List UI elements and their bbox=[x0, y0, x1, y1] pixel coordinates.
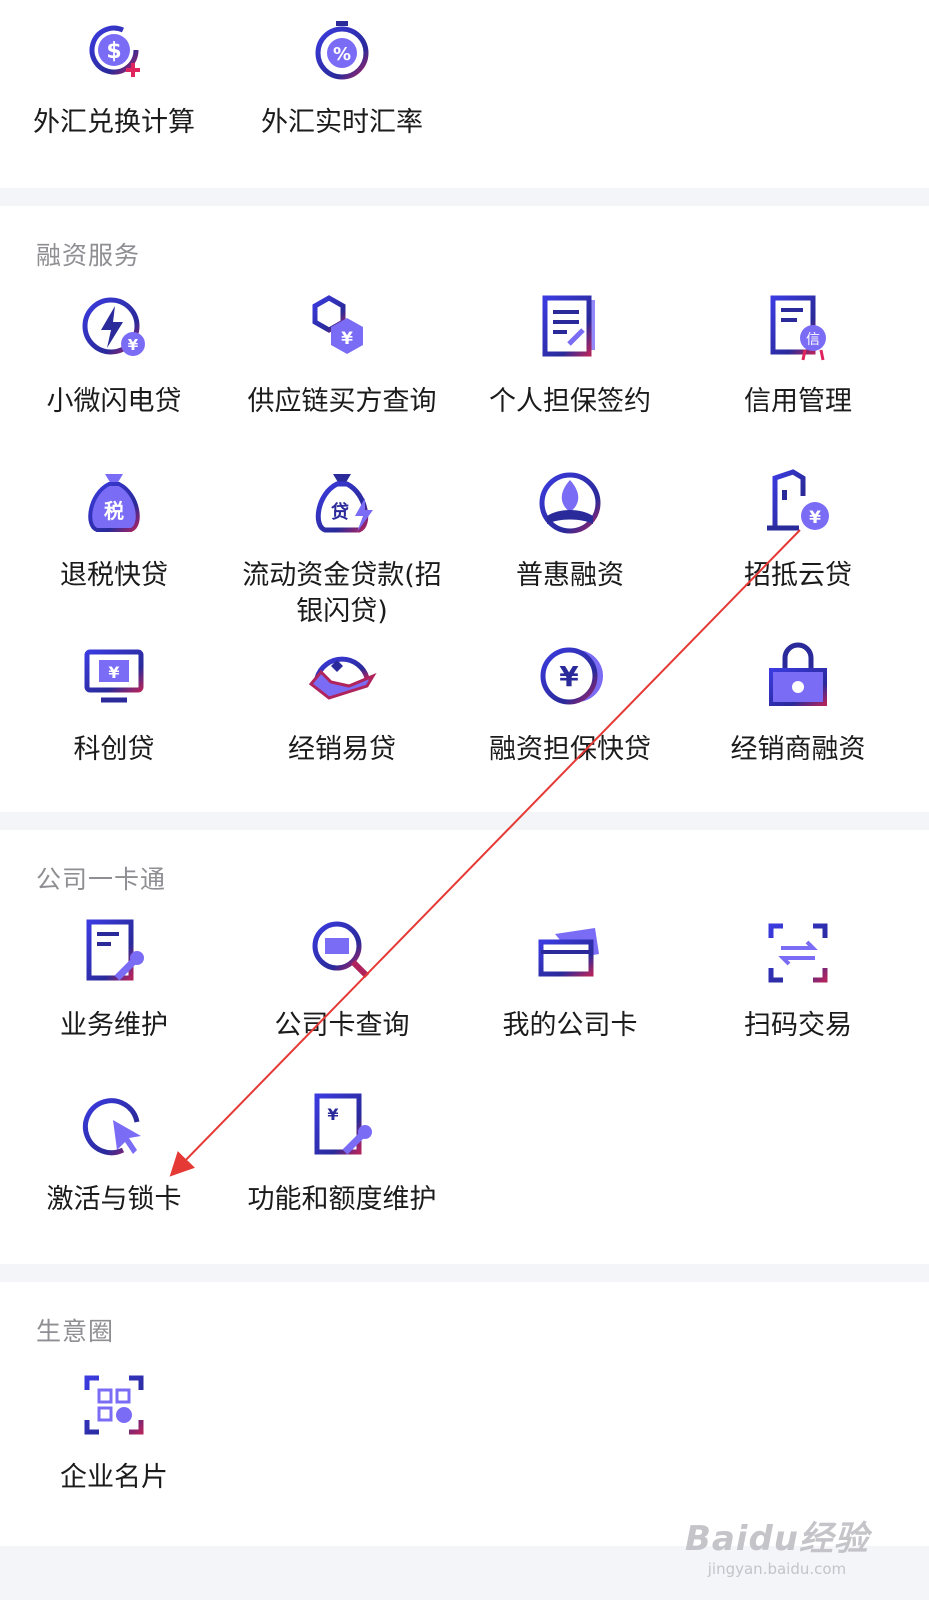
section-divider bbox=[0, 812, 929, 830]
function-limit-maintenance-icon: ¥ bbox=[307, 1092, 377, 1162]
currency-exchange-calculator-icon: $ bbox=[79, 15, 149, 85]
tile-supply-chain[interactable]: ¥ 供应链买方查询 bbox=[228, 294, 456, 464]
section-title: 融资服务 bbox=[36, 241, 141, 270]
section-title: 生意圈 bbox=[36, 1317, 115, 1346]
tile-scan-transaction[interactable]: 扫码交易 bbox=[684, 918, 912, 1088]
tile-label: 激活与锁卡 bbox=[46, 1184, 182, 1215]
tile-business-card[interactable]: 企业名片 bbox=[0, 1370, 228, 1540]
mortgage-cloud-loan-icon: ¥ bbox=[763, 468, 833, 538]
tile-inclusive-finance[interactable]: 普惠融资 bbox=[456, 468, 684, 638]
tile-label: 外汇兑换计算 bbox=[33, 107, 195, 138]
tile-personal-guarantee[interactable]: 个人担保签约 bbox=[456, 294, 684, 464]
business-circle-section: 生意圈 企业名片 bbox=[0, 1282, 929, 1546]
working-capital-loan-bag-icon: 贷 bbox=[307, 468, 377, 538]
tile-activate-lock-card[interactable]: 激活与锁卡 bbox=[0, 1092, 228, 1262]
credit-management-icon: 信 bbox=[763, 294, 833, 364]
svg-text:¥: ¥ bbox=[327, 1105, 338, 1124]
tile-label: 供应链买方查询 bbox=[247, 386, 437, 417]
tile-label: 科创贷 bbox=[73, 734, 155, 765]
watermark-logo: Baidu经验 bbox=[684, 1519, 869, 1559]
tile-tech-innovation-loan[interactable]: ¥ 科创贷 bbox=[0, 642, 228, 812]
section-divider bbox=[0, 1264, 929, 1282]
tile-label: 扫码交易 bbox=[744, 1010, 852, 1041]
company-card-section: 公司一卡通 业务维护 公司卡查询 我的公司卡 扫码交易 激活与锁卡 ¥ 功能和额… bbox=[0, 830, 929, 1264]
tile-business-maintenance[interactable]: 业务维护 bbox=[0, 918, 228, 1088]
tile-lightning-loan[interactable]: ¥ 小微闪电贷 bbox=[0, 294, 228, 464]
tile-financing-guarantee-loan[interactable]: ¥ 融资担保快贷 bbox=[456, 642, 684, 812]
svg-text:$: $ bbox=[106, 39, 121, 64]
svg-text:信: 信 bbox=[806, 332, 820, 348]
my-company-card-icon bbox=[535, 918, 605, 988]
tech-innovation-monitor-icon: ¥ bbox=[79, 642, 149, 712]
dealer-easy-loan-hand-icon bbox=[307, 642, 377, 712]
tile-label: 退税快贷 bbox=[60, 560, 168, 591]
tile-label: 经销商融资 bbox=[730, 734, 866, 765]
inclusive-finance-icon bbox=[535, 468, 605, 538]
tile-label: 融资担保快贷 bbox=[489, 734, 651, 765]
tile-dealer-easy-loan[interactable]: 经销易贷 bbox=[228, 642, 456, 812]
tile-label: 信用管理 bbox=[744, 386, 852, 417]
tile-label: 业务维护 bbox=[60, 1010, 168, 1041]
realtime-rate-stopwatch-icon: % bbox=[307, 15, 377, 85]
tile-label: 普惠融资 bbox=[516, 560, 624, 591]
tile-label: 流动资金贷款(招银闪贷) bbox=[242, 560, 442, 627]
tile-label: 经销易贷 bbox=[288, 734, 396, 765]
tile-label: 招抵云贷 bbox=[744, 560, 852, 591]
tile-tax-refund-loan[interactable]: 税 退税快贷 bbox=[0, 468, 228, 638]
section-title: 公司一卡通 bbox=[36, 865, 167, 894]
tile-function-limit-maintenance[interactable]: ¥ 功能和额度维护 bbox=[228, 1092, 456, 1262]
tile-credit-management[interactable]: 信 信用管理 bbox=[684, 294, 912, 464]
fx-section: $ 外汇兑换计算 % 外汇实时汇率 bbox=[0, 0, 929, 188]
tile-mortgage-cloud-loan[interactable]: ¥ 招抵云贷 bbox=[684, 468, 912, 638]
svg-text:¥: ¥ bbox=[809, 508, 821, 528]
tile-dealer-financing[interactable]: 经销商融资 bbox=[684, 642, 912, 812]
tile-label: 外汇实时汇率 bbox=[261, 107, 423, 138]
business-card-qr-icon bbox=[79, 1370, 149, 1440]
tile-fx-calculator[interactable]: $ 外汇兑换计算 bbox=[0, 15, 228, 185]
activate-lock-card-cursor-icon bbox=[79, 1092, 149, 1162]
lightning-loan-icon: ¥ bbox=[79, 294, 149, 364]
watermark-url: jingyan.baidu.com bbox=[707, 1560, 847, 1578]
tile-label: 小微闪电贷 bbox=[46, 386, 182, 417]
yuan-coin-icon: ¥ bbox=[535, 642, 605, 712]
section-divider bbox=[0, 188, 929, 206]
business-maintenance-wrench-icon bbox=[79, 918, 149, 988]
financing-section: 融资服务 ¥ 小微闪电贷 ¥ 供应链买方查询 个人担保签约 信 信用管理 税 退… bbox=[0, 206, 929, 812]
tile-label: 个人担保签约 bbox=[489, 386, 651, 417]
tax-refund-bag-icon: 税 bbox=[79, 468, 149, 538]
tile-label: 企业名片 bbox=[60, 1462, 168, 1493]
card-search-magnifier-icon bbox=[307, 918, 377, 988]
tile-working-capital-loan[interactable]: 贷 流动资金贷款(招银闪贷) bbox=[228, 468, 456, 638]
svg-text:贷: 贷 bbox=[331, 501, 349, 523]
svg-text:¥: ¥ bbox=[128, 336, 139, 354]
svg-text:¥: ¥ bbox=[108, 663, 119, 682]
dealer-financing-lock-icon bbox=[763, 642, 833, 712]
tile-my-company-card[interactable]: 我的公司卡 bbox=[456, 918, 684, 1088]
svg-text:¥: ¥ bbox=[559, 660, 579, 693]
watermark: Baidu经验 jingyan.baidu.com bbox=[685, 1511, 869, 1578]
tile-label: 公司卡查询 bbox=[274, 1010, 410, 1041]
tile-label: 我的公司卡 bbox=[502, 1010, 638, 1041]
tile-company-card-query[interactable]: 公司卡查询 bbox=[228, 918, 456, 1088]
svg-text:¥: ¥ bbox=[341, 329, 353, 349]
guarantee-sign-document-icon bbox=[535, 294, 605, 364]
svg-text:%: % bbox=[333, 44, 351, 65]
scan-transaction-icon bbox=[763, 918, 833, 988]
tile-label: 功能和额度维护 bbox=[247, 1184, 437, 1215]
supply-chain-icon: ¥ bbox=[307, 294, 377, 364]
svg-text:税: 税 bbox=[104, 499, 124, 523]
tile-fx-rate[interactable]: % 外汇实时汇率 bbox=[228, 15, 456, 185]
